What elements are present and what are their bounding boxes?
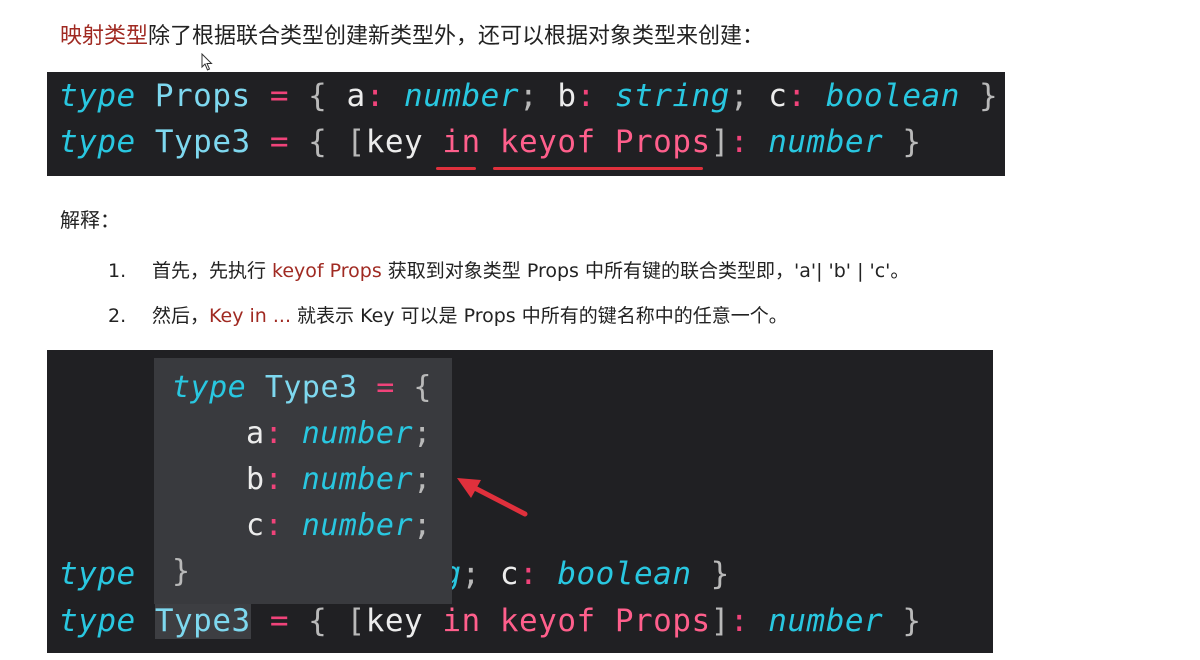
- explain-item-1: 1. 首先，先执行 keyof Props 获取到对象类型 Props 中所有键的…: [108, 260, 910, 282]
- popup-prop-b: b: number;: [246, 462, 432, 497]
- inline-code-highlight: keyof Props: [272, 260, 382, 282]
- red-arrow-icon: [457, 478, 528, 517]
- popup-prop-c: c: number;: [246, 508, 432, 543]
- popup-header: type Type3 = {: [172, 370, 432, 405]
- popup-close: }: [172, 554, 191, 589]
- keyof-keyword: keyof: [499, 124, 596, 160]
- code-line-type3: type Type3 = { [key in keyof Props]: num…: [59, 603, 922, 639]
- type-name: Props: [154, 78, 251, 114]
- intro-highlight: 映射类型: [60, 24, 149, 49]
- operator: =: [269, 78, 289, 114]
- in-keyword: in: [442, 124, 481, 160]
- hovered-type-name[interactable]: Type3: [154, 603, 251, 639]
- code-line-props: type Props = { a: number; b: string; c: …: [59, 78, 999, 114]
- intro-text: 映射类型除了根据联合类型创建新类型外，还可以根据对象类型来创建：: [60, 18, 764, 50]
- code-line-type3: type Type3 = { [key in keyof Props]: num…: [59, 124, 922, 160]
- type-hover-popup: type Type3 = { a: number; b: number; c: …: [154, 358, 452, 604]
- popup-prop-a: a: number;: [246, 416, 432, 451]
- mouse-cursor-icon: [201, 53, 213, 71]
- keyword-type: type: [59, 78, 136, 114]
- explain-title: 解释：: [60, 208, 120, 232]
- explain-item-2: 2. 然后，Key in ... 就表示 Key 可以是 Props 中所有的键名…: [108, 305, 788, 327]
- inline-code-highlight: Key in ...: [209, 305, 291, 327]
- code-block-1: type Props = { a: number; b: string; c: …: [47, 72, 1005, 176]
- underline-keyof-props: [493, 167, 703, 170]
- intro-rest: 除了根据联合类型创建新类型外，还可以根据对象类型来创建：: [148, 24, 765, 49]
- underline-in: [436, 167, 476, 170]
